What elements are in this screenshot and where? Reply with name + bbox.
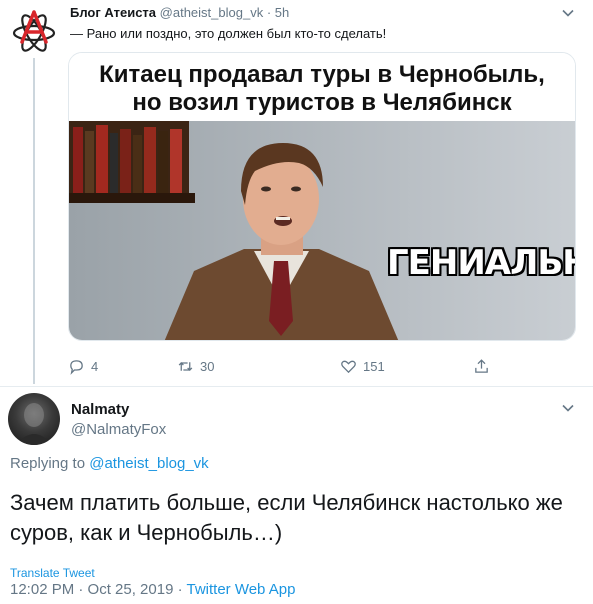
atheism-logo-icon[interactable]: [10, 6, 58, 54]
tweet-text: — Рано или поздно, это должен был кто-то…: [70, 26, 387, 41]
tweet-header: Блог Атеиста @atheist_blog_vk · 5h: [70, 5, 570, 23]
author-display-name[interactable]: Блог Атеиста: [70, 5, 156, 20]
meme-photo: [69, 121, 575, 340]
meme-headline: Китаец продавал туры в Чернобыль, но воз…: [69, 53, 575, 121]
share-icon: [475, 358, 488, 373]
meme-headline-line2: но возил туристов в Челябинск: [132, 89, 512, 116]
reply-author-display-name[interactable]: Nalmaty: [71, 401, 129, 418]
share-button[interactable]: [473, 356, 496, 376]
tweet-media-image[interactable]: Китаец продавал туры в Чернобыль, но воз…: [68, 52, 576, 341]
tweet-timestamp-line: 12:02 PM · Oct 25, 2019 · Twitter Web Ap…: [10, 581, 295, 598]
thread-connector-line: [33, 58, 35, 384]
reply-author-handle[interactable]: @NalmatyFox: [71, 421, 166, 438]
avatar[interactable]: [8, 393, 60, 445]
tweet-timestamp[interactable]: 12:02 PM · Oct 25, 2019 ·: [10, 581, 186, 598]
retweet-icon: [178, 361, 193, 371]
separator-dot: ·: [266, 5, 272, 20]
reply-button[interactable]: 4: [68, 356, 98, 376]
translate-tweet-link[interactable]: Translate Tweet: [10, 566, 95, 580]
retweet-button[interactable]: 30: [177, 356, 214, 376]
like-button[interactable]: 151: [340, 356, 385, 376]
replying-to-prefix: Replying to: [10, 455, 86, 472]
reply-tweet-text: Зачем платить больше, если Челябинск нас…: [10, 490, 563, 545]
tweet-actions-bar: 4 30 151: [68, 356, 508, 376]
reply-icon: [70, 359, 83, 375]
replying-to-line: Replying to @atheist_blog_vk: [10, 455, 209, 472]
reply-count: 4: [91, 358, 99, 374]
source-app-link[interactable]: Twitter Web App: [186, 581, 295, 598]
chevron-down-icon[interactable]: [561, 401, 575, 415]
original-tweet[interactable]: Блог Атеиста @atheist_blog_vk · 5h — Ран…: [0, 0, 593, 384]
tweet-time[interactable]: 5h: [275, 5, 289, 20]
twitter-thread: Блог Атеиста @atheist_blog_vk · 5h — Ран…: [0, 0, 593, 604]
retweet-count: 30: [200, 358, 215, 374]
meme-headline-line1: Китаец продавал туры в Чернобыль,: [99, 61, 545, 88]
meme-caption: ГЕНИАЛЬНО: [387, 243, 575, 283]
tweet-divider: [0, 386, 593, 387]
like-icon: [341, 360, 356, 373]
replying-to-link[interactable]: @atheist_blog_vk: [89, 455, 208, 472]
chevron-down-icon[interactable]: [561, 6, 575, 20]
like-count: 151: [363, 358, 385, 374]
author-handle[interactable]: @atheist_blog_vk: [160, 5, 264, 20]
